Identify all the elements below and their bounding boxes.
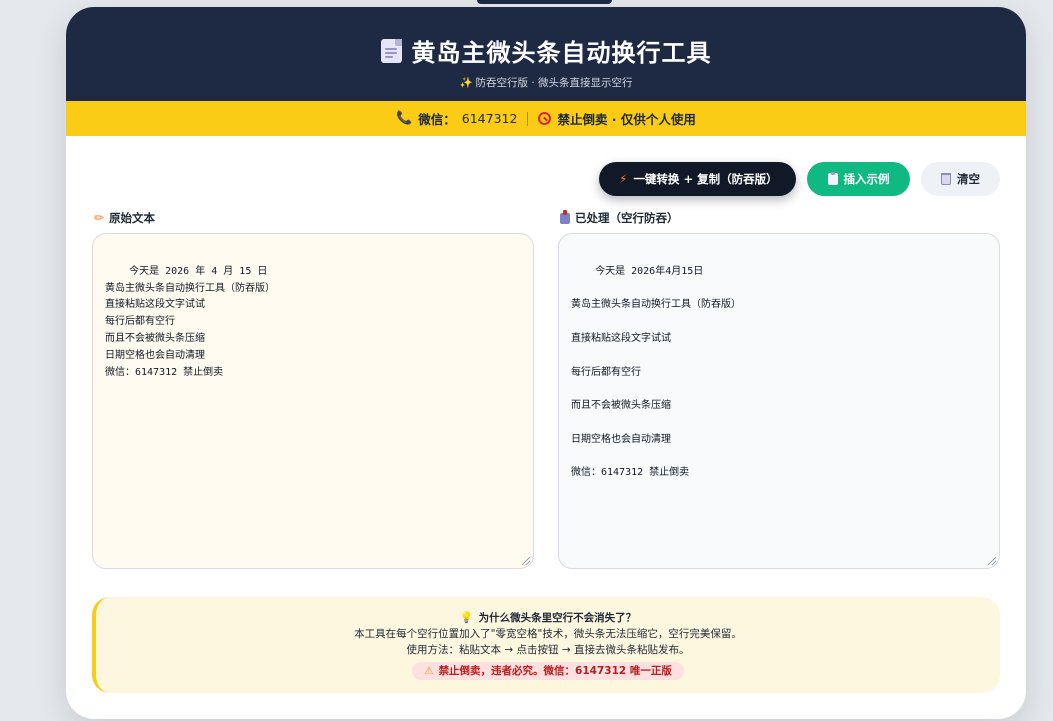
sparkle-icon: ✨ <box>459 77 473 89</box>
info-title: 💡 为什么微头条里空行不会消失了？ <box>96 610 1000 626</box>
trash-icon <box>941 173 951 185</box>
resize-handle[interactable] <box>988 557 996 565</box>
source-textarea[interactable]: 今天是 2026 年 4 月 15 日 黄岛主微头条自动换行工具（防吞版） 直接… <box>92 233 534 569</box>
warning-text: 禁止倒卖，违者必究。微信：6147312 唯一正版 <box>438 665 672 677</box>
warning-icon: ⚠ <box>424 665 434 677</box>
wechat-value: 6147312 <box>461 111 518 126</box>
convert-copy-button[interactable]: ⚡ 一键转换 + 复制（防吞版） <box>599 162 796 196</box>
resale-ban-notice: 禁止倒卖 · 仅供个人使用 <box>538 109 696 128</box>
clear-button[interactable]: 清空 <box>921 162 1000 196</box>
clear-label: 清空 <box>957 172 980 186</box>
source-text: 今天是 2026 年 4 月 15 日 黄岛主微头条自动换行工具（防吞版） 直接… <box>105 265 275 378</box>
info-line-2: 使用方法：粘贴文本 → 点击按钮 → 直接去微头条粘贴发布。 <box>406 644 690 656</box>
output-label: 已处理（空行防吞） <box>560 209 679 226</box>
output-textarea[interactable]: 今天是 2026年4月15日 黄岛主微头条自动换行工具（防吞版） 直接粘贴这段文… <box>558 233 1000 569</box>
inbox-icon <box>560 209 570 224</box>
insert-example-label: 插入示例 <box>843 172 890 186</box>
notice-divider <box>527 111 529 126</box>
app-header: 黄岛主微头条自动换行工具 ✨ 防吞空行版 · 微头条直接显示空行 <box>66 7 1026 101</box>
bolt-icon: ⚡ <box>619 172 628 186</box>
ban-text: 禁止倒卖 · 仅供个人使用 <box>557 112 696 127</box>
insert-example-button[interactable]: 插入示例 <box>807 162 910 196</box>
document-icon <box>380 38 402 63</box>
info-line-1: 本工具在每个空行位置加入了"零宽空格"技术，微头条无法压缩它，空行完美保留。 <box>354 628 742 640</box>
ban-icon <box>538 112 552 125</box>
info-box: 💡 为什么微头条里空行不会消失了？ 本工具在每个空行位置加入了"零宽空格"技术，… <box>92 597 1000 693</box>
warning-badge: ⚠ 禁止倒卖，违者必究。微信：6147312 唯一正版 <box>412 662 684 680</box>
subtitle-text: 防吞空行版 · 微头条直接显示空行 <box>475 77 633 89</box>
page-subtitle: ✨ 防吞空行版 · 微头条直接显示空行 <box>66 75 1026 90</box>
notice-bar: 📞 微信： 6147312 禁止倒卖 · 仅供个人使用 <box>66 101 1026 136</box>
wechat-label: 微信： <box>418 112 456 127</box>
info-title-text: 为什么微头条里空行不会消失了？ <box>478 612 637 624</box>
title-row: 黄岛主微头条自动换行工具 <box>66 33 1026 68</box>
resize-handle[interactable] <box>522 557 530 565</box>
convert-copy-label: 一键转换 + 复制（防吞版） <box>633 172 778 186</box>
lightbulb-icon: 💡 <box>459 611 474 624</box>
page-title: 黄岛主微头条自动换行工具 <box>411 39 712 67</box>
output-text: 今天是 2026年4月15日 黄岛主微头条自动换行工具（防吞版） 直接粘贴这段文… <box>571 265 741 479</box>
output-label-text: 已处理（空行防吞） <box>575 211 679 225</box>
source-label-text: 原始文本 <box>109 211 156 225</box>
pencil-icon: ✏ <box>94 211 105 225</box>
source-label: ✏ 原始文本 <box>94 210 155 226</box>
top-tab-indicator <box>477 0 612 4</box>
clipboard-icon <box>827 172 838 185</box>
wechat-contact: 📞 微信： 6147312 <box>396 109 517 128</box>
phone-icon: 📞 <box>396 111 413 126</box>
action-toolbar: ⚡ 一键转换 + 复制（防吞版） 插入示例 清空 <box>599 162 1000 196</box>
tool-card: 黄岛主微头条自动换行工具 ✨ 防吞空行版 · 微头条直接显示空行 📞 微信： 614… <box>66 7 1026 719</box>
